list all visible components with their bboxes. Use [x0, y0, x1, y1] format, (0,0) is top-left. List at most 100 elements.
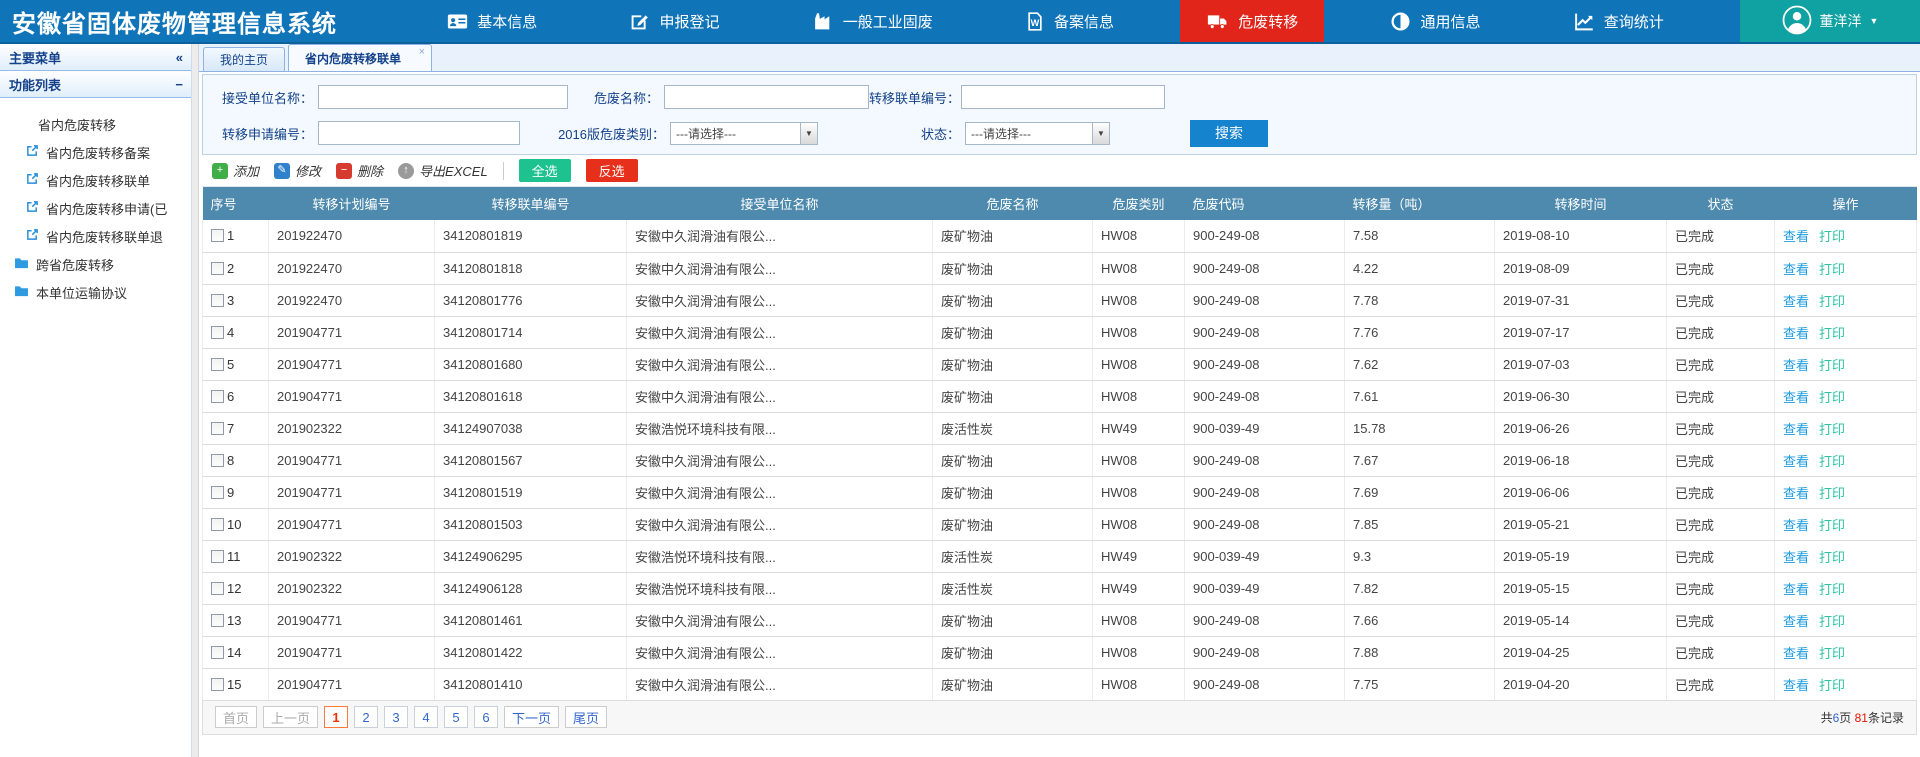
print-link[interactable]: 打印: [1819, 678, 1845, 693]
waste-category-select[interactable]: ---请选择--- ▼: [670, 122, 818, 145]
page-button-3[interactable]: 3: [384, 706, 408, 728]
tree-item-manifest-return[interactable]: 省内危废转移联单退: [0, 222, 191, 250]
column-header-manifest-no[interactable]: 转移联单编号: [435, 187, 627, 220]
view-link[interactable]: 查看: [1783, 646, 1809, 661]
column-header-waste-name[interactable]: 危废名称: [933, 187, 1093, 220]
export-excel-button[interactable]: ↑ 导出EXCEL: [398, 161, 488, 180]
tab-province-transfer-manifest[interactable]: 省内危废转移联单 ×: [288, 44, 432, 71]
next-page-button[interactable]: 下一页: [504, 706, 559, 728]
view-link[interactable]: 查看: [1783, 454, 1809, 469]
invert-selection-button[interactable]: 反选: [586, 159, 638, 182]
row-checkbox[interactable]: [211, 518, 224, 531]
view-link[interactable]: 查看: [1783, 326, 1809, 341]
view-link[interactable]: 查看: [1783, 294, 1809, 309]
edit-button[interactable]: ✎ 修改: [274, 161, 321, 180]
tree-item-cross-province-transfer[interactable]: 跨省危废转移: [0, 250, 191, 278]
collapse-left-icon[interactable]: «: [176, 50, 183, 65]
function-list-header[interactable]: 功能列表 −: [0, 71, 191, 98]
add-button[interactable]: + 添加: [212, 161, 259, 180]
tree-item-transfer-apply[interactable]: 省内危废转移申请(已: [0, 194, 191, 222]
row-checkbox[interactable]: [211, 422, 224, 435]
nav-item-hazwaste-transfer[interactable]: 危废转移: [1180, 0, 1324, 42]
search-button[interactable]: 搜索: [1190, 120, 1268, 147]
main-menu-header[interactable]: 主要菜单 «: [0, 44, 191, 71]
print-link[interactable]: 打印: [1819, 582, 1845, 597]
view-link[interactable]: 查看: [1783, 678, 1809, 693]
print-link[interactable]: 打印: [1819, 646, 1845, 661]
print-link[interactable]: 打印: [1819, 486, 1845, 501]
page-button-4[interactable]: 4: [414, 706, 438, 728]
print-link[interactable]: 打印: [1819, 454, 1845, 469]
row-checkbox[interactable]: [211, 229, 224, 242]
column-header-receiver[interactable]: 接受单位名称: [627, 187, 933, 220]
column-header-amount[interactable]: 转移量（吨）: [1345, 187, 1495, 220]
nav-item-record-info[interactable]: W 备案信息: [999, 0, 1140, 42]
last-page-button[interactable]: 尾页: [565, 706, 607, 728]
receiver-name-input[interactable]: [318, 85, 568, 109]
row-checkbox[interactable]: [211, 294, 224, 307]
waste-name-input[interactable]: [664, 85, 869, 109]
print-link[interactable]: 打印: [1819, 422, 1845, 437]
row-checkbox[interactable]: [211, 486, 224, 499]
view-link[interactable]: 查看: [1783, 262, 1809, 277]
tab-my-home[interactable]: 我的主页: [203, 47, 285, 71]
print-link[interactable]: 打印: [1819, 294, 1845, 309]
column-header-plan-no[interactable]: 转移计划编号: [269, 187, 435, 220]
page-button-6[interactable]: 6: [474, 706, 498, 728]
nav-item-basic-info[interactable]: 基本信息: [421, 0, 563, 42]
tree-item-transfer-manifest[interactable]: 省内危废转移联单: [0, 166, 191, 194]
row-checkbox[interactable]: [211, 582, 224, 595]
page-button-2[interactable]: 2: [354, 706, 378, 728]
prev-page-button[interactable]: 上一页: [263, 706, 318, 728]
row-checkbox[interactable]: [211, 646, 224, 659]
view-link[interactable]: 查看: [1783, 229, 1809, 244]
manifest-no-input[interactable]: [961, 85, 1165, 109]
column-header-waste-code[interactable]: 危废代码: [1185, 187, 1345, 220]
view-link[interactable]: 查看: [1783, 486, 1809, 501]
first-page-button[interactable]: 首页: [215, 706, 257, 728]
view-link[interactable]: 查看: [1783, 582, 1809, 597]
column-header-waste-category[interactable]: 危废类别: [1093, 187, 1185, 220]
select-all-button[interactable]: 全选: [519, 159, 571, 182]
print-link[interactable]: 打印: [1819, 358, 1845, 373]
row-checkbox[interactable]: [211, 390, 224, 403]
row-checkbox[interactable]: [211, 678, 224, 691]
view-link[interactable]: 查看: [1783, 518, 1809, 533]
column-header-index[interactable]: 序号: [203, 187, 269, 220]
nav-item-declaration[interactable]: 申报登记: [603, 0, 745, 42]
close-icon[interactable]: ×: [419, 47, 425, 58]
view-link[interactable]: 查看: [1783, 614, 1809, 629]
page-button-1[interactable]: 1: [324, 706, 348, 728]
print-link[interactable]: 打印: [1819, 614, 1845, 629]
apply-no-input[interactable]: [318, 121, 520, 145]
status-select[interactable]: ---请选择--- ▼: [965, 122, 1110, 145]
sidebar-splitter[interactable]: [192, 44, 199, 757]
minus-icon[interactable]: −: [175, 77, 183, 92]
column-header-actions[interactable]: 操作: [1775, 187, 1917, 220]
print-link[interactable]: 打印: [1819, 518, 1845, 533]
row-checkbox[interactable]: [211, 550, 224, 563]
print-link[interactable]: 打印: [1819, 390, 1845, 405]
row-checkbox[interactable]: [211, 614, 224, 627]
nav-item-general-info[interactable]: 通用信息: [1364, 0, 1506, 42]
view-link[interactable]: 查看: [1783, 390, 1809, 405]
view-link[interactable]: 查看: [1783, 422, 1809, 437]
column-header-transfer-date[interactable]: 转移时间: [1495, 187, 1667, 220]
tree-item-transport-agreement[interactable]: 本单位运输协议: [0, 278, 191, 306]
print-link[interactable]: 打印: [1819, 326, 1845, 341]
tree-item-province-transfer[interactable]: 省内危废转移: [0, 110, 191, 138]
print-link[interactable]: 打印: [1819, 262, 1845, 277]
page-button-5[interactable]: 5: [444, 706, 468, 728]
tree-item-transfer-record[interactable]: 省内危废转移备案: [0, 138, 191, 166]
view-link[interactable]: 查看: [1783, 358, 1809, 373]
row-checkbox[interactable]: [211, 326, 224, 339]
nav-item-query-statistics[interactable]: 查询统计: [1547, 0, 1690, 42]
column-header-status[interactable]: 状态: [1667, 187, 1775, 220]
print-link[interactable]: 打印: [1819, 229, 1845, 244]
row-checkbox[interactable]: [211, 262, 224, 275]
print-link[interactable]: 打印: [1819, 550, 1845, 565]
delete-button[interactable]: − 删除: [336, 161, 383, 180]
row-checkbox[interactable]: [211, 358, 224, 371]
view-link[interactable]: 查看: [1783, 550, 1809, 565]
user-menu[interactable]: 董洋洋 ▼: [1740, 0, 1920, 42]
